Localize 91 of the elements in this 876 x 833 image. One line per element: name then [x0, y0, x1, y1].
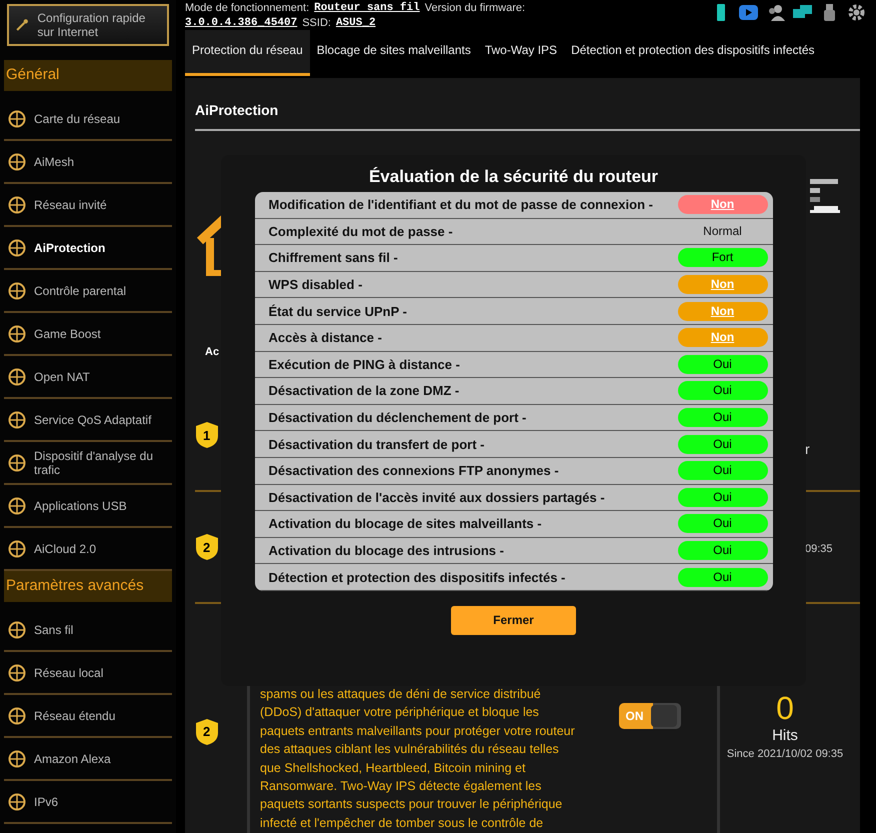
play-icon[interactable]: [739, 3, 758, 22]
check-label: Accès à distance -: [268, 330, 382, 346]
ssid-label: SSID:: [302, 16, 331, 28]
hits-count: 0: [776, 690, 794, 727]
since-date: 09:35: [805, 543, 833, 555]
tab[interactable]: Détection et protection des dispositifs infectés: [564, 30, 822, 76]
tab[interactable]: Two-Way IPS: [478, 30, 564, 76]
section-heading: Paramètres avancés: [4, 571, 172, 602]
section-heading: Général: [4, 60, 172, 91]
globe-icon: [8, 792, 26, 810]
shield-badge-icon: [195, 718, 219, 746]
globe-icon: [8, 664, 26, 682]
sidebar-item[interactable]: Réseau local: [4, 652, 172, 695]
sidebar-item[interactable]: Applications USB: [4, 485, 172, 528]
firmware-link[interactable]: 3.0.0.4.386_45407: [185, 16, 298, 28]
globe-icon: [8, 152, 26, 170]
mode-link[interactable]: Routeur sans fil: [314, 2, 420, 14]
sidebar-item[interactable]: IPv6: [4, 781, 172, 824]
check-label: Désactivation de l'accès invité aux dossiers partagés -: [268, 490, 605, 505]
globe-icon: [8, 620, 26, 638]
sidebar-item[interactable]: Open NAT: [4, 356, 172, 399]
status-pill: Oui: [678, 354, 768, 374]
quick-setup-button[interactable]: Configuration rapide sur Internet: [7, 4, 169, 46]
badge-number: 2: [203, 724, 210, 739]
status-pill: Oui: [678, 514, 768, 534]
status-pill: Oui: [678, 434, 768, 454]
check-label: Désactivation du transfert de port -: [268, 436, 484, 452]
sidebar-item[interactable]: Carte du réseau: [4, 98, 172, 141]
badge-number: 2: [203, 540, 210, 554]
ssid-link[interactable]: ASUS_2: [336, 16, 376, 28]
check-label: Modification de l'identifiant et du mot de passe de connexion -: [268, 197, 653, 212]
enable-label: Ac: [205, 346, 220, 358]
gear-icon[interactable]: [847, 3, 866, 22]
check-label: Désactivation des connexions FTP anonymes -: [268, 463, 559, 478]
check-label: WPS disabled -: [268, 277, 362, 292]
quick-setup-label: Configuration rapide sur Internet: [37, 11, 146, 39]
globe-icon: [8, 496, 26, 514]
globe-icon: [8, 750, 26, 768]
globe-icon: [8, 368, 26, 386]
hits-label: Hits: [772, 727, 798, 744]
globe-icon: [8, 706, 26, 724]
check-label: Exécution de PING à distance -: [268, 356, 460, 372]
check-label: Activation du blocage des intrusions -: [268, 543, 504, 558]
sidebar-item[interactable]: Sans fil: [4, 609, 172, 652]
danger-label: r: [805, 441, 810, 457]
check-label: Détection et protection des dispositifs infectés -: [268, 570, 566, 585]
check-label: Activation du blocage de sites malveillants -: [268, 516, 542, 532]
globe-icon: [8, 282, 26, 300]
sidebar-item[interactable]: Contrôle parental: [4, 270, 172, 313]
sidebar-item[interactable]: Game Boost: [4, 313, 172, 356]
sidebar-item[interactable]: Amazon Alexa: [4, 738, 172, 781]
shield-badge-icon: [195, 533, 219, 561]
badge-number: 1: [203, 428, 210, 442]
since-date: Since 2021/10/02 09:35: [726, 748, 844, 760]
status-pill: Oui: [678, 381, 768, 400]
check-label: Désactivation de la zone DMZ -: [268, 383, 460, 398]
status-value: Normal: [702, 224, 743, 238]
card-description: spams ou les attaques de déni de service distribué (DDoS) d'attaquer votre périphérique et bloque les paquets entrants malveillants pour protéger votre routeur des attaques ciblant les vulnérabilités du réseau telles que Shellshocked, Heartbleed, Bitcoin mining et Ransomware. Two-Way IPS détecte également les paquets sortants suspects pour trouver le périphérique infecté et l'empêcher de tomber sous le contrôle de: [260, 686, 576, 832]
globe-icon: [8, 238, 26, 256]
sidebar-item[interactable]: Réseau invité: [4, 184, 172, 227]
check-label: Complexité du mot de passe -: [268, 224, 453, 239]
sidebar-item[interactable]: Service QoS Adaptatif: [4, 399, 172, 442]
globe-icon: [8, 110, 26, 128]
logo-icon: [810, 179, 840, 213]
status-pill: Oui: [678, 461, 768, 480]
mode-label: Mode de fonctionnement:: [185, 2, 310, 14]
sidebar-item[interactable]: AiMesh: [4, 141, 172, 184]
check-label: Désactivation du déclenchement de port -: [268, 410, 526, 426]
check-label: Chiffrement sans fil -: [268, 250, 398, 266]
globe-icon: [8, 324, 26, 342]
tab[interactable]: Protection du réseau: [185, 30, 310, 76]
sidebar-item[interactable]: Réseau étendu: [4, 695, 172, 738]
shield-badge-icon: [195, 421, 219, 449]
version-label: Version du firmware:: [424, 2, 526, 14]
tab[interactable]: Blocage de sites malveillants: [310, 30, 478, 76]
globe-icon: [8, 454, 26, 472]
status-pill: Oui: [678, 408, 768, 428]
globe-icon: [8, 196, 26, 214]
sidebar-item[interactable]: Dispositif d'analyse du trafic: [4, 442, 172, 485]
close-button[interactable]: Fermer: [451, 606, 576, 635]
status-pill: Oui: [678, 488, 768, 507]
globe-icon: [8, 410, 26, 428]
status-pill: Oui: [678, 541, 768, 560]
check-label: État du service UPnP -: [268, 304, 407, 319]
dialog-title: Évaluation de la sécurité du routeur: [368, 167, 658, 187]
sidebar-item[interactable]: AiProtection: [4, 227, 172, 270]
users-icon[interactable]: [766, 3, 785, 22]
panel-title: AiProtection: [195, 102, 280, 118]
status-pill: Fort: [678, 248, 768, 268]
globe-icon: [8, 540, 26, 558]
status-pill: Oui: [678, 568, 768, 587]
